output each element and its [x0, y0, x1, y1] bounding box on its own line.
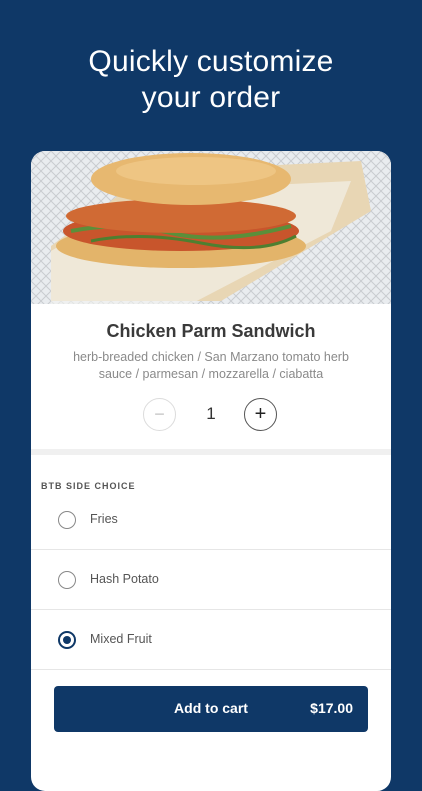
side-option-hash-potato[interactable]: Hash Potato: [31, 551, 391, 610]
increase-quantity-button[interactable]: +: [244, 398, 277, 431]
option-label: Mixed Fruit: [90, 632, 152, 646]
item-name: Chicken Parm Sandwich: [106, 321, 316, 341]
side-choice-label: BTB SIDE CHOICE: [41, 481, 136, 491]
minus-icon: −: [154, 404, 165, 424]
section-divider: [31, 449, 391, 455]
quantity-value: 1: [206, 404, 216, 423]
option-label: Fries: [90, 512, 118, 526]
radio-mixed-fruit[interactable]: [58, 631, 76, 649]
option-label: Hash Potato: [90, 572, 159, 586]
promo-headline: Quickly customize your order: [0, 44, 422, 116]
quantity-stepper: − 1 +: [31, 398, 391, 434]
headline-line-2: your order: [141, 81, 281, 114]
item-description: herb-breaded chicken / San Marzano tomat…: [73, 350, 349, 381]
item-card: Chicken Parm Sandwich herb-breaded chick…: [31, 151, 391, 791]
decrease-quantity-button[interactable]: −: [143, 398, 176, 431]
radio-fries[interactable]: [58, 511, 76, 529]
item-photo: [31, 151, 391, 304]
plus-icon: +: [254, 403, 267, 425]
headline-line-1: Quickly customize: [88, 45, 334, 78]
add-to-cart-button[interactable]: Add to cart $17.00: [54, 686, 368, 732]
cart-price: $17.00: [310, 700, 353, 716]
radio-hash-potato[interactable]: [58, 571, 76, 589]
side-option-fries[interactable]: Fries: [31, 491, 391, 550]
side-option-mixed-fruit[interactable]: Mixed Fruit: [31, 611, 391, 670]
